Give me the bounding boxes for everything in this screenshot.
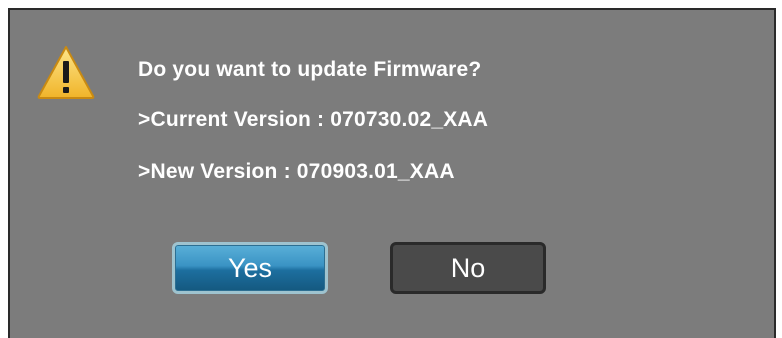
current-version-text: >Current Version : 070730.02_XAA [138, 108, 489, 131]
yes-button[interactable]: Yes [172, 242, 328, 294]
warning-icon [37, 46, 95, 99]
update-question: Do you want to update Firmware? [138, 58, 482, 81]
firmware-update-dialog: Do you want to update Firmware? >Current… [8, 8, 776, 338]
new-version-text: >New Version : 070903.01_XAA [138, 160, 455, 183]
no-button[interactable]: No [390, 242, 546, 294]
